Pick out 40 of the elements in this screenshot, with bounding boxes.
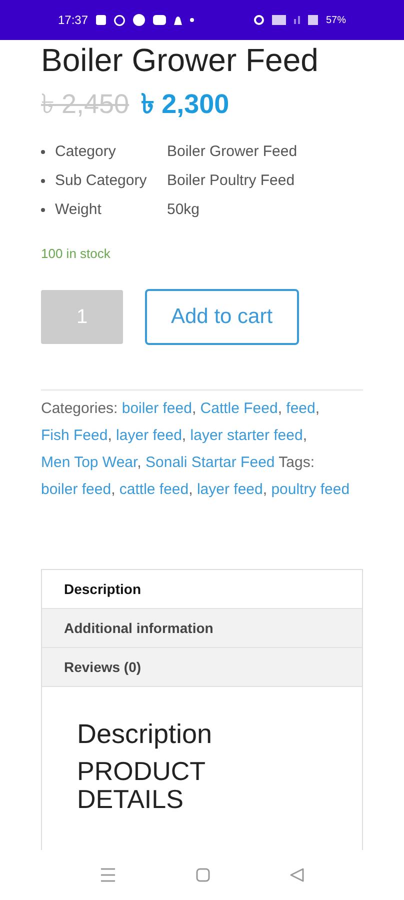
meta-link[interactable]: layer starter feed: [190, 427, 303, 444]
product-meta: Categories: boiler feed, Cattle Feed, feed, Fish Feed, layer feed, layer starter feed, Men Top Wear, Sonali Startar Feed Tags: boiler feed, cattle feed, layer feed, poultry feed: [41, 399, 351, 500]
attribute-value: 50kg: [167, 200, 200, 220]
home-icon[interactable]: [196, 868, 210, 882]
app-notification-icon: [96, 15, 106, 25]
back-icon[interactable]: [290, 868, 304, 882]
dot-icon: [190, 18, 194, 22]
meta-link[interactable]: Men Top Wear: [41, 454, 138, 471]
meta-link[interactable]: boiler feed: [122, 400, 192, 417]
attribute-name: Weight: [55, 200, 102, 220]
product-details-heading: PRODUCT DETAILS: [77, 757, 206, 813]
product-tab[interactable]: Additional information: [42, 609, 362, 648]
meta-link[interactable]: Fish Feed: [41, 427, 108, 444]
bullet-icon: [41, 178, 45, 182]
add-to-cart-button[interactable]: Add to cart: [145, 289, 299, 345]
bullet-icon: [41, 208, 45, 212]
signal-icon: [294, 16, 300, 24]
status-time: 17:37: [58, 12, 88, 29]
meta-link[interactable]: boiler feed: [41, 481, 112, 498]
meta-link[interactable]: layer feed: [116, 427, 182, 444]
meta-link[interactable]: feed: [286, 400, 316, 417]
product-tab[interactable]: Reviews (0): [42, 648, 362, 687]
app-notification-icon: [133, 14, 146, 26]
attribute-value: Boiler Poultry Feed: [167, 170, 295, 190]
stock-status: 100 in stock: [41, 244, 112, 262]
bell-icon: [174, 15, 182, 25]
sale-price: ৳ 2,300: [141, 88, 230, 121]
menu-icon[interactable]: [100, 868, 116, 882]
meta-link[interactable]: Sonali Startar Feed: [146, 454, 275, 471]
battery-level: 57%: [326, 14, 346, 28]
meta-link[interactable]: Cattle Feed: [200, 400, 278, 417]
bullet-icon: [41, 150, 45, 154]
meta-link[interactable]: poultry feed: [271, 481, 350, 498]
attribute-name: Category: [55, 142, 117, 162]
product-title: Boiler Grower Feed: [41, 42, 320, 78]
meta-link[interactable]: cattle feed: [119, 481, 189, 498]
attribute-name: Sub Category: [55, 170, 148, 190]
attribute-value: Boiler Grower Feed: [167, 142, 298, 162]
meta-link[interactable]: layer feed: [196, 481, 263, 498]
description-heading: Description: [77, 718, 214, 751]
